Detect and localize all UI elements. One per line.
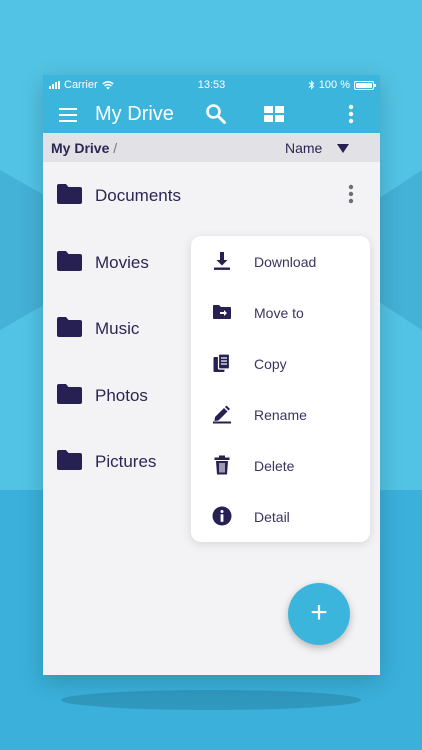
copy-icon [213,353,231,372]
trash-icon [214,455,230,475]
app-title: My Drive [95,103,174,125]
sort-label: Name [285,140,323,156]
more-vert-icon[interactable] [341,103,361,125]
add-fab-button[interactable]: + [288,583,350,645]
folder-name: Documents [95,186,181,205]
folder-name: Pictures [95,452,157,471]
folder-icon [57,184,82,204]
breadcrumb-bar: My Drive / Name [43,133,380,162]
menu-item-rename[interactable]: Rename [191,389,370,440]
phone-screen: Carrier 13:53 100 % My Drive My Drive / … [43,75,380,675]
menu-item-move-to[interactable]: Move to [191,287,370,338]
triangle-down-icon [337,143,350,153]
context-menu: Download Move to Copy Rename Delete Deta… [191,236,370,542]
list-item[interactable]: Documents [43,162,380,228]
download-icon [214,252,230,270]
menu-icon[interactable] [59,105,79,123]
sort-control[interactable]: Name [285,140,350,156]
folder-icon [57,251,82,271]
folder-name: Movies [95,253,149,272]
folder-name: Music [95,319,140,338]
menu-item-label: Copy [254,356,287,372]
bluetooth-icon [308,80,315,90]
status-bar: Carrier 13:53 100 % [43,75,380,95]
search-icon[interactable] [205,103,227,125]
rename-icon [213,405,231,424]
folder-icon [57,450,82,470]
menu-item-label: Rename [254,407,307,423]
folder-icon [57,317,82,337]
breadcrumb-separator: / [113,140,118,156]
menu-item-label: Move to [254,305,304,321]
move-to-folder-icon [213,305,231,319]
folder-name: Photos [95,386,148,405]
plus-icon: + [310,596,328,629]
menu-item-detail[interactable]: Detail [191,491,370,542]
menu-item-label: Detail [254,509,290,525]
menu-item-label: Delete [254,458,295,474]
battery-percent: 100 % [318,79,350,91]
status-right: 100 % [308,79,376,91]
breadcrumb: My Drive / [51,140,117,156]
breadcrumb-root[interactable]: My Drive [51,140,109,156]
grid-view-icon[interactable] [263,104,285,124]
info-icon [212,506,232,526]
battery-icon [354,80,376,90]
folder-icon [57,384,82,404]
menu-item-copy[interactable]: Copy [191,338,370,389]
menu-item-label: Download [254,254,317,270]
app-bar: My Drive [43,95,380,133]
more-vert-icon[interactable] [343,182,359,206]
menu-item-download[interactable]: Download [191,236,370,287]
menu-item-delete[interactable]: Delete [191,440,370,491]
